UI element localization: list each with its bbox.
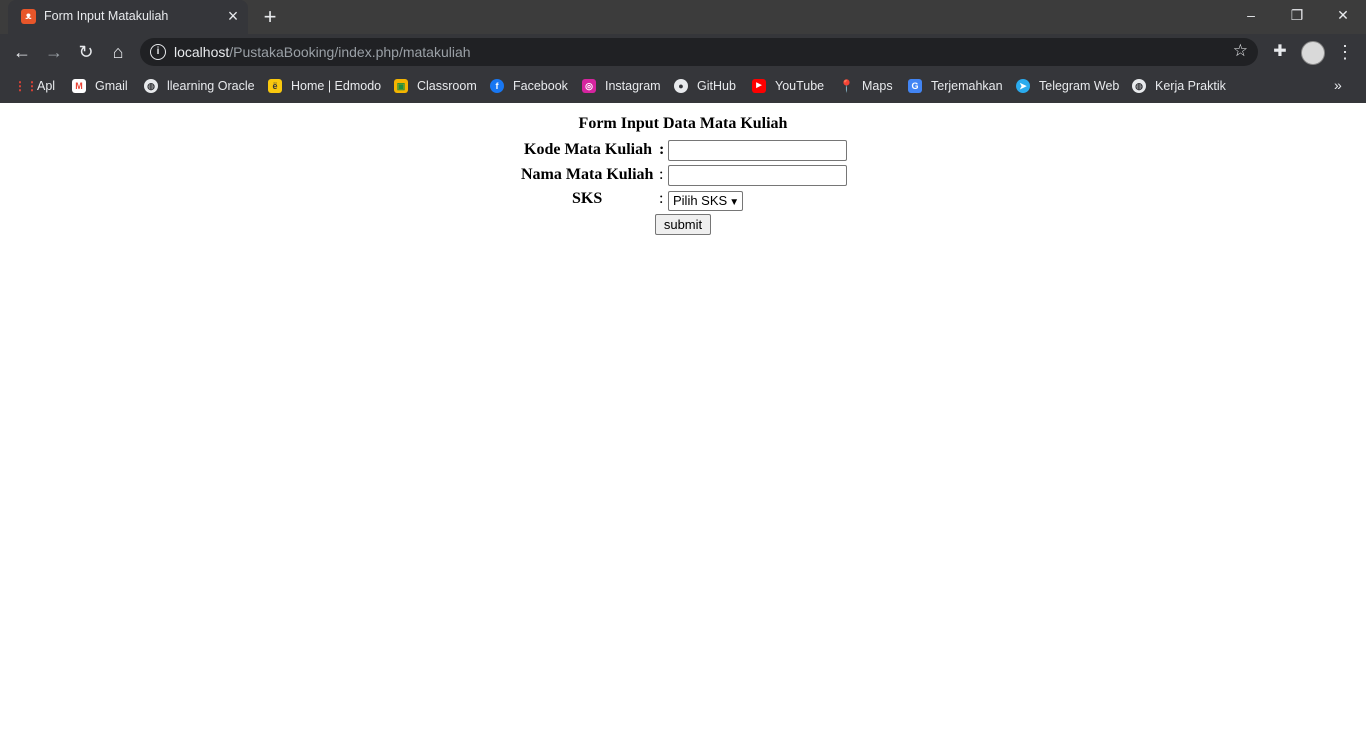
- sks-select[interactable]: Pilih SKS ▼: [668, 191, 744, 211]
- address-bar[interactable]: i localhost/PustakaBooking/index.php/mat…: [140, 38, 1258, 66]
- bookmark-label: Facebook: [513, 79, 568, 93]
- globe-icon: ◍: [1132, 79, 1146, 93]
- chevron-down-icon: ▼: [729, 197, 740, 208]
- bookmark-label: Gmail: [95, 79, 128, 93]
- browser-tab[interactable]: ᴥ Form Input Matakuliah ×: [8, 0, 248, 34]
- bookmark-label: llearning Oracle: [167, 79, 255, 93]
- bookmark-star-icon[interactable]: ☆: [1233, 41, 1248, 61]
- bookmark-classroom[interactable]: ▣ Classroom: [394, 76, 477, 96]
- tab-title: Form Input Matakuliah: [44, 9, 169, 23]
- bookmark-label: YouTube: [775, 79, 825, 93]
- bookmark-label: Maps: [862, 79, 893, 93]
- bookmark-kerja-praktik[interactable]: ◍ Kerja Praktik: [1132, 76, 1226, 96]
- translate-icon: G: [908, 79, 922, 93]
- submit-button[interactable]: submit: [655, 214, 711, 235]
- forward-arrow-icon[interactable]: →: [40, 38, 68, 66]
- bookmark-gmail[interactable]: M Gmail: [72, 76, 128, 96]
- nama-colon: :: [659, 166, 664, 183]
- bookmark-apl[interactable]: ⋮⋮ Apl: [14, 76, 55, 96]
- bookmarks-bar: ⋮⋮ Apl M Gmail ◍ llearning Oracle ë Home | E…: [0, 70, 1366, 103]
- url-text[interactable]: localhost/PustakaBooking/index.php/matak…: [174, 44, 471, 60]
- bookmark-label: Home | Edmodo: [291, 79, 382, 93]
- bookmark-maps[interactable]: 📍 Maps: [839, 76, 893, 96]
- sks-colon: :: [659, 190, 664, 207]
- bookmark-facebook[interactable]: f Facebook: [490, 76, 568, 96]
- home-icon[interactable]: ⌂: [104, 38, 132, 66]
- xampp-favicon-icon: ᴥ: [21, 9, 36, 24]
- maps-pin-icon: 📍: [839, 79, 854, 93]
- chevron-double-right-icon[interactable]: »: [1334, 77, 1342, 93]
- page-content: Form Input Data Mata Kuliah Kode Mata Ku…: [0, 103, 1366, 738]
- apps-grid-icon: ⋮⋮: [14, 79, 38, 93]
- instagram-icon: ◎: [582, 79, 596, 93]
- form-title: Form Input Data Mata Kuliah: [578, 115, 788, 132]
- bookmark-edmodo[interactable]: ë Home | Edmodo: [268, 76, 381, 96]
- bookmark-telegram-web[interactable]: ➤ Telegram Web: [1016, 76, 1119, 96]
- profile-avatar[interactable]: [1301, 41, 1325, 65]
- facebook-icon: f: [490, 79, 504, 93]
- sks-label: SKS: [572, 190, 603, 207]
- kode-colon: :: [659, 141, 665, 158]
- youtube-icon: ▶: [752, 79, 766, 93]
- url-path: /PustakaBooking/index.php/matakuliah: [229, 44, 471, 60]
- extensions-puzzle-icon[interactable]: ✚: [1270, 38, 1290, 66]
- edmodo-icon: ë: [268, 79, 282, 93]
- bookmark-label: Classroom: [417, 79, 477, 93]
- bookmark-instagram[interactable]: ◎ Instagram: [582, 76, 661, 96]
- globe-icon: ◍: [144, 79, 158, 93]
- url-host: localhost: [174, 44, 230, 60]
- new-tab-plus-icon[interactable]: +: [259, 6, 281, 28]
- bookmark-label: Instagram: [605, 79, 661, 93]
- more-menu-icon[interactable]: ⋮: [1336, 38, 1354, 66]
- bookmark-llearning-oracle[interactable]: ◍ llearning Oracle: [144, 76, 255, 96]
- sks-selected-value: Pilih SKS: [673, 193, 728, 208]
- back-arrow-icon[interactable]: ←: [8, 38, 36, 66]
- classroom-icon: ▣: [394, 79, 408, 93]
- github-icon: ●: [674, 79, 688, 93]
- bookmark-label: Terjemahkan: [931, 79, 1003, 93]
- kode-label: Kode Mata Kuliah: [524, 141, 653, 158]
- kode-input[interactable]: [668, 140, 847, 161]
- tab-close-icon[interactable]: ×: [224, 7, 242, 25]
- reload-icon[interactable]: ↻: [72, 38, 100, 66]
- close-window-icon[interactable]: ✕: [1320, 0, 1366, 30]
- site-info-icon[interactable]: i: [150, 44, 166, 60]
- gmail-icon: M: [72, 79, 86, 93]
- minimize-icon[interactable]: –: [1228, 0, 1274, 30]
- bookmark-github[interactable]: ● GitHub: [674, 76, 736, 96]
- bookmark-label: Kerja Praktik: [1155, 79, 1226, 93]
- nama-input[interactable]: [668, 165, 847, 186]
- bookmark-label: GitHub: [697, 79, 736, 93]
- bookmark-terjemahkan[interactable]: G Terjemahkan: [908, 76, 1003, 96]
- bookmark-youtube[interactable]: ▶ YouTube: [752, 76, 824, 96]
- bookmark-label: Telegram Web: [1039, 79, 1120, 93]
- tab-strip: ᴥ Form Input Matakuliah × + – ❐ ✕: [0, 0, 1366, 34]
- restore-icon[interactable]: ❐: [1274, 0, 1320, 30]
- browser-toolbar: ← → ↻ ⌂ i localhost/PustakaBooking/index…: [0, 34, 1366, 70]
- nama-label: Nama Mata Kuliah: [521, 166, 654, 183]
- bookmark-label: Apl: [37, 79, 56, 93]
- telegram-icon: ➤: [1016, 79, 1030, 93]
